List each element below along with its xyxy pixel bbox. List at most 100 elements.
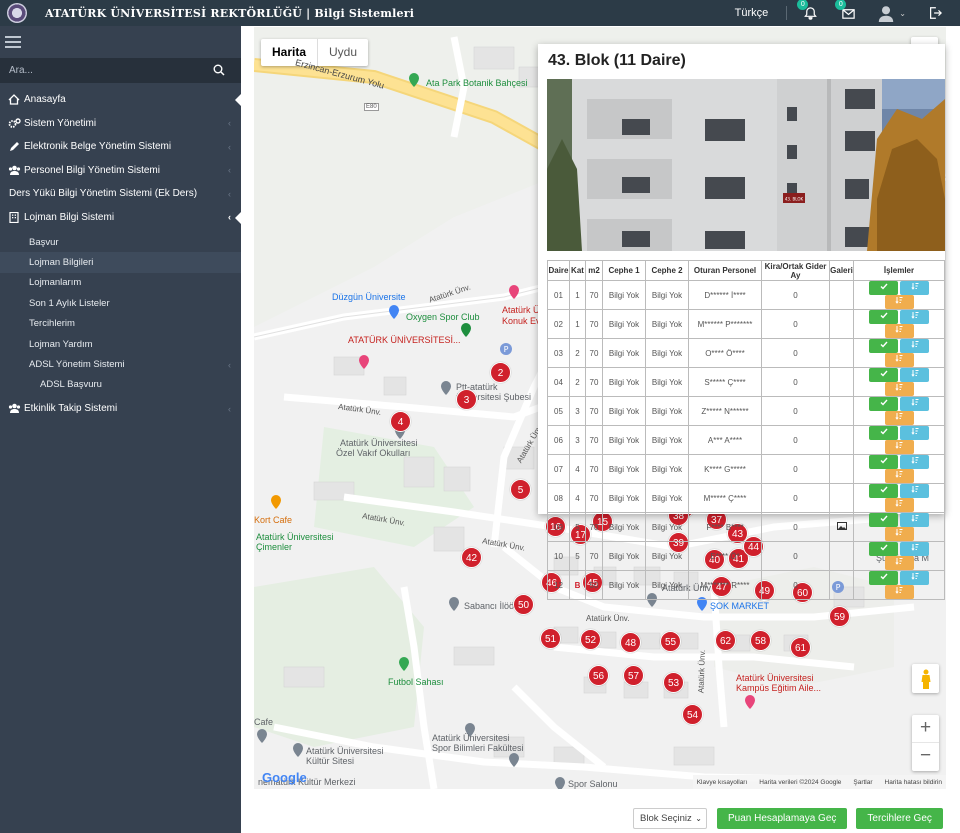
block-marker[interactable]: 5 [510, 479, 531, 500]
block-marker[interactable]: 3 [456, 389, 477, 410]
sidebar-item-ders-yuku[interactable]: Ders Yükü Bilgi Yönetim Sistemi (Ek Ders… [0, 182, 241, 206]
block-marker[interactable]: 54 [682, 704, 703, 725]
approve-button[interactable] [869, 310, 898, 324]
sort-button[interactable] [900, 571, 929, 585]
sidebar-subitem-lojmanlarim[interactable]: Lojmanlarım [0, 273, 241, 293]
order-button[interactable] [884, 498, 914, 512]
messages-button[interactable]: 0 [835, 0, 857, 22]
order-button[interactable] [884, 295, 914, 309]
column-header: Cephe 2 [645, 260, 689, 281]
approve-button[interactable] [869, 455, 898, 469]
sort-button[interactable] [900, 397, 929, 411]
order-button[interactable] [884, 353, 914, 367]
sort-button[interactable] [900, 281, 929, 295]
language-selector[interactable]: Türkçe [735, 7, 769, 19]
approve-button[interactable] [869, 542, 898, 556]
approve-button[interactable] [869, 484, 898, 498]
sidebar-subitem-son-1-aylik[interactable]: Son 1 Aylık Listeler [0, 293, 241, 313]
block-marker[interactable]: 4 [390, 411, 411, 432]
block-marker[interactable]: 55 [660, 631, 681, 652]
menu-toggle[interactable] [0, 26, 241, 58]
sidebar-subitem-tercihlerim[interactable]: Tercihlerim [0, 314, 241, 334]
cell-oturan: F**** B**** [688, 512, 762, 542]
sidebar-search-input[interactable]: Ara... [0, 58, 241, 83]
approve-button[interactable] [869, 571, 898, 585]
order-button[interactable] [884, 527, 914, 541]
zoom-in-button[interactable]: + [912, 715, 939, 743]
sidebar-item-sistem-yonetimi[interactable]: Sistem Yönetimi ‹ [0, 112, 241, 136]
order-button[interactable] [884, 324, 914, 338]
sidebar-item-personel[interactable]: Personel Bilgi Yönetim Sistemi ‹ [0, 159, 241, 183]
map-type-satellite-button[interactable]: Uydu [318, 39, 368, 66]
block-select-value: Blok Seçiniz [640, 813, 692, 824]
score-calculation-button[interactable]: Puan Hesaplamaya Geç [717, 808, 848, 829]
report-error-link[interactable]: Harita hatası bildirin [885, 779, 942, 786]
keyboard-shortcuts-link[interactable]: Klavye kısayolları [697, 779, 748, 786]
block-marker[interactable]: 59 [829, 606, 850, 627]
notifications-button[interactable]: 0 [797, 0, 819, 22]
zoom-out-button[interactable]: − [912, 743, 939, 771]
approve-button[interactable] [869, 281, 898, 295]
brand-title[interactable]: ATATÜRK ÜNİVERSİTESİ REKTÖRLÜĞÜ | Bilgi … [45, 7, 414, 20]
search-icon[interactable] [213, 64, 225, 76]
sort-button[interactable] [900, 339, 929, 353]
block-marker[interactable]: 53 [663, 672, 684, 693]
oxygen-label: Oxygen Spor Club [406, 312, 480, 322]
sort-button[interactable] [900, 368, 929, 382]
sidebar-subitem-basvur[interactable]: Başvur [0, 232, 241, 252]
sidebar-item-etkinlik[interactable]: Etkinlik Takip Sistemi ‹ [0, 397, 241, 421]
approve-button[interactable] [869, 339, 898, 353]
order-button[interactable] [884, 469, 914, 483]
sidebar-item-anasayfa[interactable]: Anasayfa [0, 88, 242, 112]
cell-galeri[interactable] [829, 512, 854, 542]
cell-cephe2: Bilgi Yok [645, 454, 689, 484]
sort-button[interactable] [900, 455, 929, 469]
sidebar-subitem-adsl-basvuru[interactable]: ADSL Başvuru [0, 375, 241, 395]
sort-button[interactable] [900, 310, 929, 324]
sidebar-item-label: Lojman Bilgi Sistemi [24, 211, 115, 223]
sort-button[interactable] [900, 426, 929, 440]
approve-button[interactable] [869, 368, 898, 382]
sidebar-item-ebys[interactable]: Elektronik Belge Yönetim Sistemi ‹ [0, 135, 241, 159]
terms-link[interactable]: Şartlar [853, 779, 872, 786]
order-button[interactable] [884, 585, 914, 599]
order-button[interactable] [884, 382, 914, 396]
sidebar-item-label: Etkinlik Takip Sistemi [24, 403, 118, 415]
preferences-button[interactable]: Tercihlere Geç [856, 808, 943, 829]
approve-button[interactable] [869, 513, 898, 527]
block-select[interactable]: Blok Seçiniz ⌄ [633, 808, 707, 829]
sidebar-subitem-lojman-bilgileri[interactable]: Lojman Bilgileri [0, 252, 241, 273]
sort-button[interactable] [900, 484, 929, 498]
block-marker[interactable]: 2 [490, 362, 511, 383]
block-marker[interactable]: 57 [623, 665, 644, 686]
block-marker[interactable]: 48 [620, 632, 641, 653]
user-avatar-icon[interactable] [877, 4, 895, 22]
block-marker[interactable]: 56 [588, 665, 609, 686]
block-marker[interactable]: 52 [580, 629, 601, 650]
check-icon [880, 457, 888, 464]
order-button[interactable] [884, 440, 914, 454]
building-photo[interactable]: 43. BLOK [547, 79, 945, 251]
order-button[interactable] [884, 411, 914, 425]
table-row: 09 5 70 Bilgi Yok Bilgi Yok F**** B**** 0 [547, 512, 945, 542]
sidebar-item-lojman[interactable]: Lojman Bilgi Sistemi ‹ [0, 206, 242, 230]
sidebar-subitem-adsl-yonetim[interactable]: ADSL Yönetim Sistemi ‹ [0, 354, 241, 374]
block-marker[interactable]: 61 [790, 637, 811, 658]
sort-button[interactable] [900, 542, 929, 556]
sort-button[interactable] [900, 513, 929, 527]
cell-m2: 70 [585, 396, 603, 426]
block-marker[interactable]: 58 [750, 630, 771, 651]
block-marker[interactable]: 51 [540, 628, 561, 649]
logout-button[interactable] [926, 4, 944, 22]
block-marker[interactable]: 62 [715, 630, 736, 651]
sidebar-subitem-lojman-yardim[interactable]: Lojman Yardım [0, 334, 241, 354]
approve-button[interactable] [869, 426, 898, 440]
approve-button[interactable] [869, 397, 898, 411]
block-marker[interactable]: 42 [461, 547, 482, 568]
chevron-down-icon[interactable]: ⌄ [899, 9, 906, 18]
block-marker[interactable]: 50 [513, 594, 534, 615]
street-view-button[interactable] [912, 664, 939, 693]
university-logo[interactable] [7, 3, 27, 23]
image-icon[interactable] [836, 522, 847, 530]
order-button[interactable] [884, 556, 914, 570]
